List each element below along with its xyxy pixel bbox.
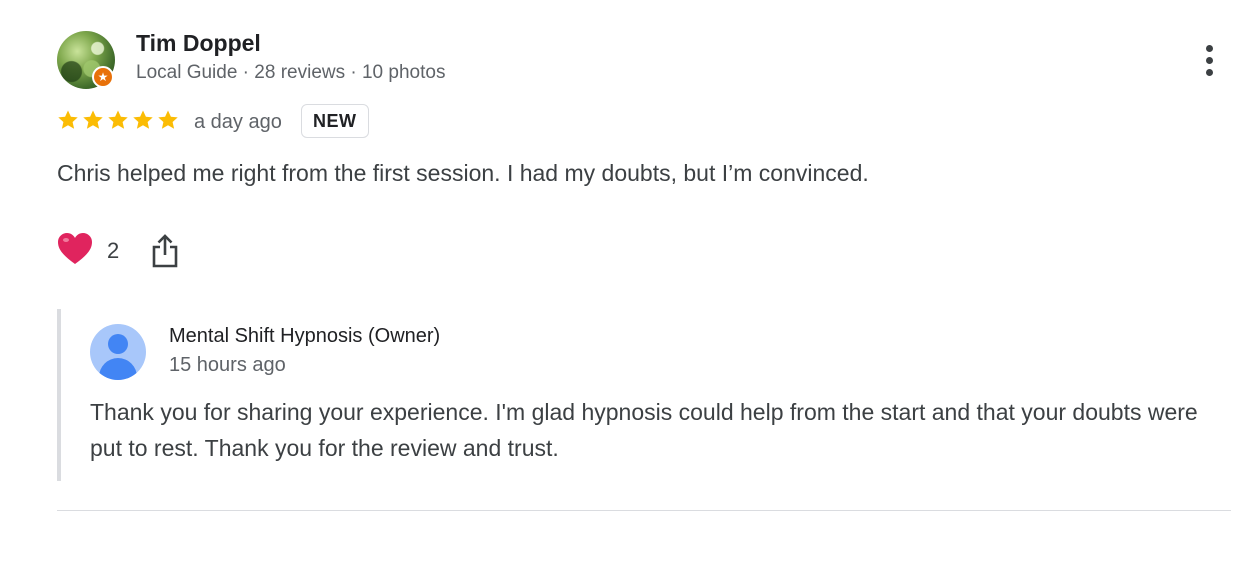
star-icon (158, 110, 178, 129)
local-guide-badge-icon: ★ (92, 66, 114, 88)
heart-icon[interactable] (56, 231, 94, 267)
star-icon (108, 110, 128, 129)
review-time: a day ago (194, 111, 282, 133)
owner-avatar-icon[interactable] (90, 324, 146, 380)
divider (57, 510, 1231, 511)
share-icon[interactable] (150, 233, 180, 269)
owner-reply: Mental Shift Hypnosis (Owner) 15 hours a… (57, 309, 1211, 481)
more-options-icon[interactable] (1196, 42, 1224, 80)
review-card: ★ Tim Doppel Local Guide · 28 reviews · … (0, 0, 1258, 583)
like-count: 2 (107, 238, 120, 263)
star-icon (58, 110, 78, 129)
owner-reply-text: Thank you for sharing your experience. I… (90, 399, 1198, 461)
owner-reply-time: 15 hours ago (169, 354, 286, 376)
reviewer-meta: Local Guide · 28 reviews · 10 photos (136, 62, 446, 83)
star-icon (133, 110, 153, 129)
star-icon (83, 110, 103, 129)
review-text: Chris helped me right from the first ses… (57, 160, 869, 186)
new-badge: NEW (301, 104, 369, 138)
reviewer-name[interactable]: Tim Doppel (136, 30, 261, 57)
star-rating (56, 108, 180, 132)
owner-name: Mental Shift Hypnosis (Owner) (169, 325, 441, 347)
